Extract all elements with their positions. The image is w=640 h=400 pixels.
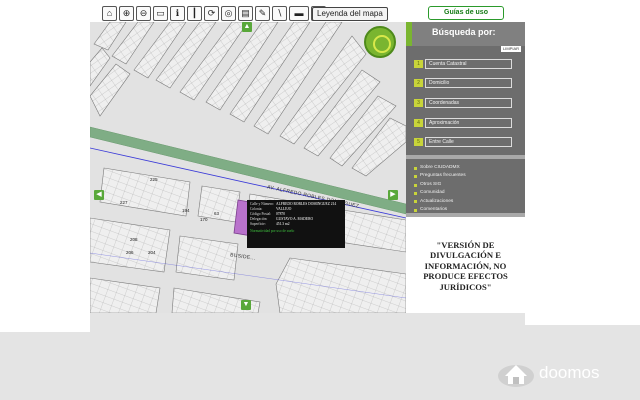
map-viewer: ⌂ ⊕ ⊖ ▭ ℹ ┃ ⟳ ◎ ▤ ✎ ∖ ▬ ◉ Leyenda del ma… [90, 0, 525, 313]
compass-control-icon[interactable] [364, 26, 396, 58]
rotate-icon[interactable]: ⟳ [204, 6, 219, 21]
home-icon[interactable]: ⌂ [102, 6, 117, 21]
search-option-approximation[interactable]: 4 Aproximación [414, 117, 512, 128]
info-links: Sobre CIUDADMX Preguntas frecuentes Otro… [414, 164, 466, 214]
search-option-coordinates[interactable]: 3 Coordenadas [414, 97, 512, 108]
doomos-watermark: doomos [497, 358, 599, 388]
map-canvas[interactable] [90, 22, 406, 313]
pan-west-icon[interactable]: ◀ [94, 190, 104, 200]
map-legend-button[interactable]: Leyenda del mapa [312, 7, 388, 21]
measure-icon[interactable]: ┃ [187, 6, 202, 21]
disclaimer-box: "VERSIÓN DE DIVULGACIÓN E INFORMACIÓN, N… [406, 217, 525, 313]
cadastral-map[interactable]: ▲ ◀ ▶ ▼ AV. ALFREDO ROBLES DOMINGUEZ BUS… [90, 22, 406, 313]
layers-icon[interactable]: ▤ [238, 6, 253, 21]
land-use-link[interactable]: Normatividad por uso de suelo [250, 228, 342, 234]
lot-number: 194 [182, 208, 190, 213]
link-community[interactable]: Comunidad [414, 189, 466, 197]
clear-button[interactable]: LIMPIAR [501, 46, 522, 52]
page-background-right [525, 0, 640, 325]
panel-accent-bar [406, 22, 412, 46]
zoom-in-icon[interactable]: ⊕ [119, 6, 134, 21]
pan-east-icon[interactable]: ▶ [388, 190, 398, 200]
clear-icon[interactable]: ✎ [255, 6, 270, 21]
print-icon[interactable]: ▬ [289, 6, 309, 21]
pencil-icon[interactable]: ∖ [272, 6, 287, 21]
panel-header: Búsqueda por: [406, 22, 525, 46]
page-background-left [0, 0, 90, 332]
panel-title: Búsqueda por: [432, 27, 496, 37]
user-guides-button[interactable]: Guías de uso [428, 6, 504, 20]
search-panel: Búsqueda por: LIMPIAR 1 Cuenta Catastral… [406, 22, 525, 313]
lot-number: 225 [150, 177, 158, 182]
lot-number: 204 [148, 250, 156, 255]
lot-number: 63 [214, 211, 220, 216]
watermark-text: doomos [539, 363, 600, 382]
search-option-address[interactable]: 2 Domicilio [414, 77, 512, 88]
link-faq[interactable]: Preguntas frecuentes [414, 172, 466, 180]
pan-north-icon[interactable]: ▲ [242, 22, 252, 32]
lot-number: 227 [120, 200, 128, 205]
parcel-info-popup: Calle y Número: ALFREDO ROBLES DOMINGUEZ … [247, 200, 345, 248]
house-logo-icon [498, 365, 534, 387]
search-option-cadastral-account[interactable]: 1 Cuenta Catastral [414, 58, 512, 69]
lot-number: 206 [126, 250, 134, 255]
search-option-between-streets[interactable]: 5 Entre Calle [414, 136, 512, 147]
info-icon[interactable]: ℹ [170, 6, 185, 21]
link-other-sig[interactable]: Otros SIG [414, 181, 466, 189]
lot-number: 170 [200, 217, 208, 222]
link-about[interactable]: Sobre CIUDADMX [414, 164, 466, 172]
panel-divider [406, 155, 525, 159]
upper-blocks [90, 22, 406, 177]
popup-row-area: Superficie: 451.3 m2 [250, 222, 290, 226]
disclaimer-text: "VERSIÓN DE DIVULGACIÓN E INFORMACIÓN, N… [423, 240, 508, 292]
pan-south-icon[interactable]: ▼ [241, 300, 251, 310]
select-icon[interactable]: ◎ [221, 6, 236, 21]
map-toolbar: ⌂ ⊕ ⊖ ▭ ℹ ┃ ⟳ ◎ ▤ ✎ ∖ ▬ ◉ [102, 6, 326, 22]
link-updates[interactable]: Actualizaciones [414, 198, 466, 206]
zoom-out-icon[interactable]: ⊖ [136, 6, 151, 21]
pan-icon[interactable]: ▭ [153, 6, 168, 21]
lot-number: 208 [130, 237, 138, 242]
